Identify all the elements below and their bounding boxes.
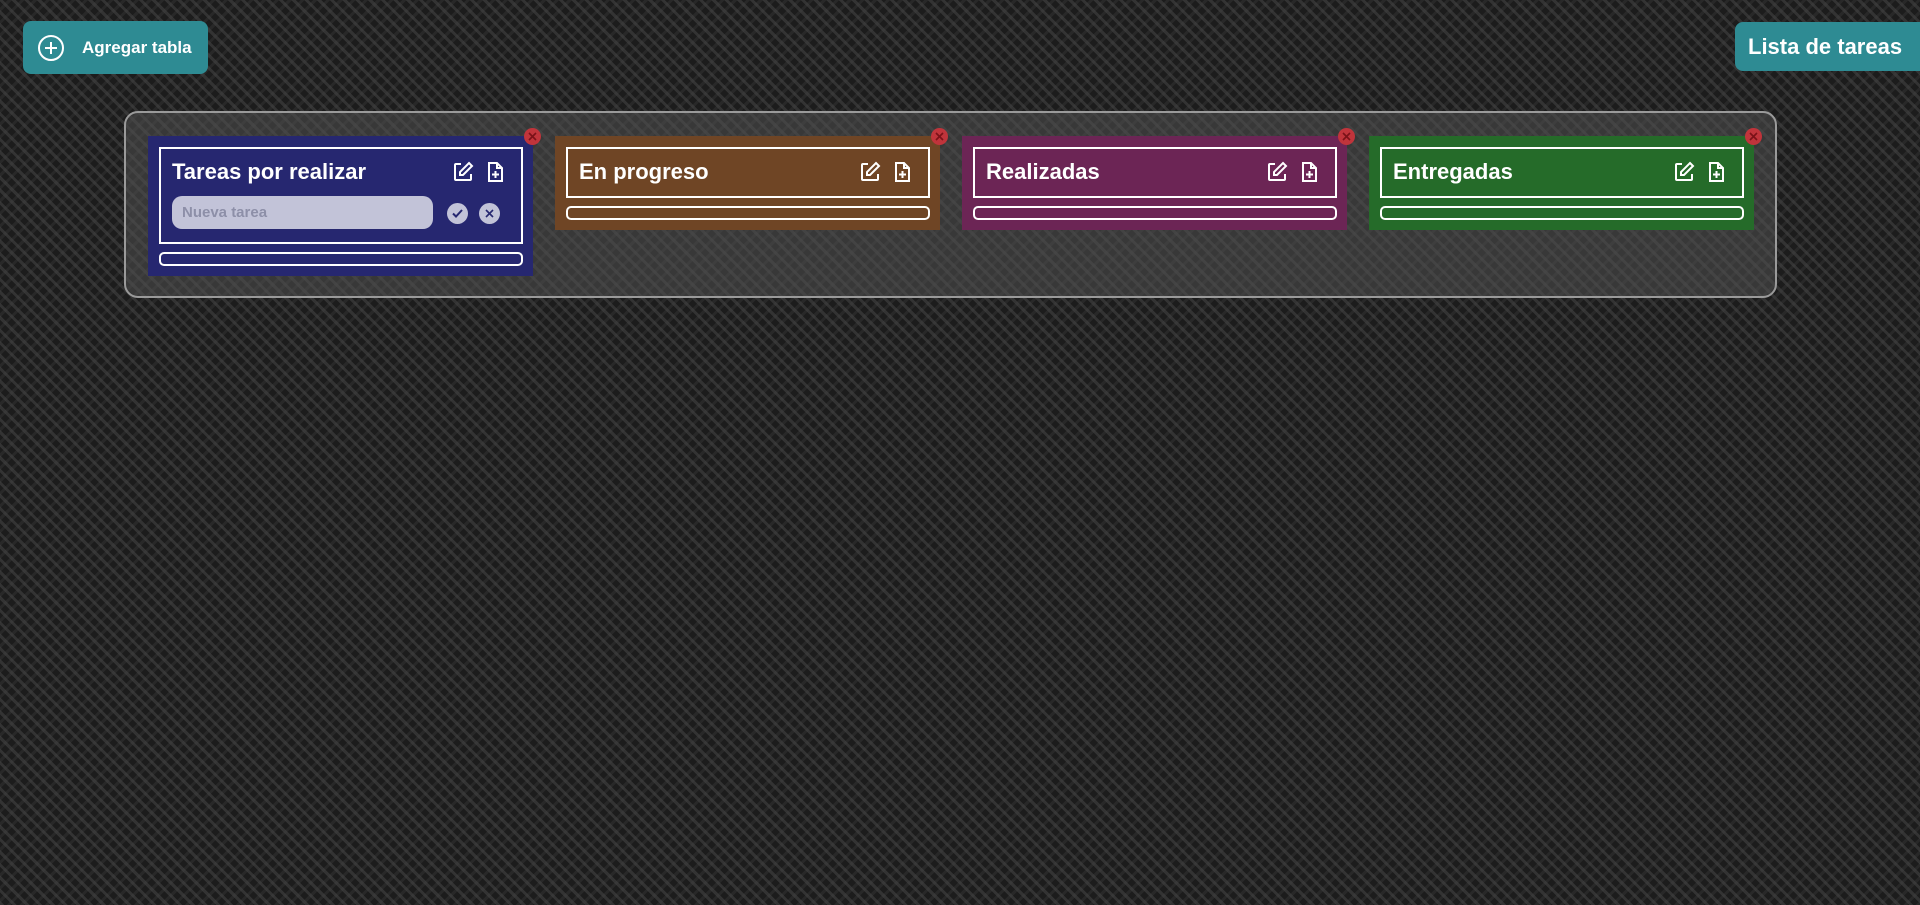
column-done: Realizadas: [962, 128, 1355, 230]
column-header: Entregadas: [1380, 147, 1744, 198]
new-task-input[interactable]: [172, 196, 433, 229]
task-list: [973, 206, 1337, 220]
column-header: Realizadas: [973, 147, 1337, 198]
close-icon[interactable]: [1745, 128, 1762, 145]
task-list: [1380, 206, 1744, 220]
plus-circle-icon: [37, 34, 65, 62]
close-icon[interactable]: [524, 128, 541, 145]
cancel-task-button[interactable]: [479, 203, 500, 224]
add-table-label: Agregar tabla: [82, 37, 192, 57]
board-container: Tareas por realizar En prog: [124, 111, 1777, 298]
add-file-icon[interactable]: [891, 161, 913, 183]
task-list: [566, 206, 930, 220]
edit-icon[interactable]: [452, 161, 474, 183]
column-in-progress: En progreso: [555, 128, 948, 230]
add-file-icon[interactable]: [484, 161, 506, 183]
column-delivered: Entregadas: [1369, 128, 1762, 230]
add-file-icon[interactable]: [1298, 161, 1320, 183]
task-list: [159, 252, 523, 266]
column-todo: Tareas por realizar: [148, 128, 541, 276]
column-header: En progreso: [566, 147, 930, 198]
add-file-icon[interactable]: [1705, 161, 1727, 183]
edit-icon[interactable]: [1673, 161, 1695, 183]
add-table-button[interactable]: Agregar tabla: [23, 21, 208, 74]
app-title: Lista de tareas: [1735, 22, 1920, 71]
edit-icon[interactable]: [859, 161, 881, 183]
close-icon[interactable]: [1338, 128, 1355, 145]
column-title: Realizadas: [986, 159, 1100, 184]
column-header: Tareas por realizar: [159, 147, 523, 244]
confirm-task-button[interactable]: [447, 203, 468, 224]
column-title: Entregadas: [1393, 159, 1513, 184]
column-title: Tareas por realizar: [172, 159, 367, 184]
column-title: En progreso: [579, 159, 709, 184]
edit-icon[interactable]: [1266, 161, 1288, 183]
close-icon[interactable]: [931, 128, 948, 145]
